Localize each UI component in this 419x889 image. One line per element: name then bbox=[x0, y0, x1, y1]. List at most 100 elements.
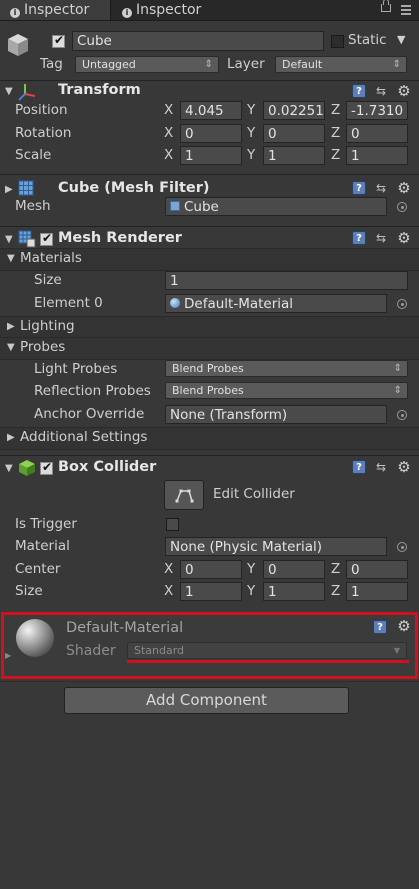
transform-title: Transform bbox=[58, 82, 141, 98]
additional-settings-foldout-arrow[interactable]: ▶ bbox=[7, 432, 15, 443]
scale-x-field[interactable]: 1 bbox=[180, 146, 242, 165]
shader-label: Shader bbox=[66, 643, 116, 659]
lighting-foldout-arrow[interactable]: ▶ bbox=[7, 321, 15, 332]
object-picker-icon[interactable] bbox=[397, 542, 407, 552]
center-z-field[interactable]: 0 bbox=[346, 560, 408, 579]
axis-y-label: Y bbox=[247, 561, 256, 577]
preset-sliders-icon[interactable]: ⇆ bbox=[374, 181, 388, 195]
size-y-field[interactable]: 1 bbox=[263, 582, 325, 601]
edit-collider-icon bbox=[175, 489, 194, 503]
object-picker-icon[interactable] bbox=[397, 299, 407, 309]
box-collider-enabled-checkbox[interactable] bbox=[40, 460, 53, 475]
center-y-field[interactable]: 0 bbox=[263, 560, 325, 579]
probes-foldout-arrow[interactable]: ▼ bbox=[7, 342, 15, 353]
tab-label: Inspector bbox=[24, 2, 90, 18]
box-collider-icon bbox=[18, 459, 36, 477]
axis-x-label: X bbox=[164, 561, 174, 577]
materials-size-field[interactable]: 1 bbox=[165, 271, 408, 290]
chevron-down-icon: ▼ bbox=[393, 646, 400, 655]
help-icon[interactable]: ? bbox=[352, 84, 366, 98]
materials-foldout-arrow[interactable]: ▼ bbox=[7, 253, 15, 264]
tab-inspector-2[interactable]: i Inspector bbox=[112, 0, 222, 20]
lock-icon[interactable] bbox=[381, 0, 391, 12]
gear-icon[interactable]: ⚙ bbox=[397, 231, 411, 246]
lighting-label: Lighting bbox=[20, 318, 75, 334]
size-label: Size bbox=[15, 583, 43, 599]
element0-object-field[interactable]: Default-Material bbox=[165, 294, 387, 313]
mesh-filter-foldout-arrow[interactable]: ▶ bbox=[5, 184, 13, 195]
object-name-field[interactable]: Cube bbox=[72, 31, 324, 51]
axis-z-label: Z bbox=[331, 561, 341, 577]
reflection-probes-dropdown[interactable]: Blend Probes bbox=[165, 382, 408, 399]
position-label: Position bbox=[15, 102, 68, 118]
gear-icon[interactable]: ⚙ bbox=[397, 619, 411, 634]
rotation-y-field[interactable]: 0 bbox=[263, 124, 325, 143]
position-x-field[interactable]: 4.045 bbox=[180, 101, 242, 120]
transform-foldout-arrow[interactable]: ▼ bbox=[5, 86, 13, 97]
position-y-field[interactable]: 0.02251 bbox=[263, 101, 325, 120]
axis-z-label: Z bbox=[331, 125, 341, 141]
gear-icon[interactable]: ⚙ bbox=[397, 460, 411, 475]
gear-icon[interactable]: ⚙ bbox=[397, 84, 411, 99]
static-dropdown-icon[interactable]: ▼ bbox=[397, 33, 405, 46]
add-component-button[interactable]: Add Component bbox=[64, 687, 349, 714]
material-foldout-arrow[interactable]: ▶ bbox=[5, 651, 11, 660]
collider-material-field[interactable]: None (Physic Material) bbox=[165, 537, 387, 556]
mesh-renderer-foldout-arrow[interactable]: ▼ bbox=[5, 234, 13, 245]
element0-value: Default-Material bbox=[184, 296, 294, 312]
help-icon[interactable]: ? bbox=[352, 460, 366, 474]
help-icon[interactable]: ? bbox=[352, 181, 366, 195]
transform-axis-icon bbox=[17, 82, 37, 102]
light-probes-label: Light Probes bbox=[34, 361, 118, 377]
preset-sliders-icon[interactable]: ⇆ bbox=[374, 231, 388, 245]
mesh-asset-icon bbox=[170, 201, 180, 211]
shader-dropdown[interactable]: Standard ▼ bbox=[127, 642, 407, 659]
rotation-label: Rotation bbox=[15, 125, 72, 141]
tab-menu-icon[interactable] bbox=[401, 5, 411, 15]
size-z-field[interactable]: 1 bbox=[346, 582, 408, 601]
light-probes-dropdown[interactable]: Blend Probes bbox=[165, 360, 408, 377]
mesh-label: Mesh bbox=[15, 198, 51, 214]
rotation-x-field[interactable]: 0 bbox=[180, 124, 242, 143]
is-trigger-checkbox[interactable] bbox=[166, 518, 179, 531]
preset-sliders-icon[interactable]: ⇆ bbox=[374, 84, 388, 98]
preset-sliders-icon[interactable]: ⇆ bbox=[374, 460, 388, 474]
mesh-object-field[interactable]: Cube bbox=[165, 197, 387, 216]
mesh-renderer-title: Mesh Renderer bbox=[58, 230, 182, 246]
object-picker-icon[interactable] bbox=[397, 410, 407, 420]
axis-y-label: Y bbox=[247, 583, 256, 599]
divider bbox=[0, 455, 419, 456]
info-icon: i bbox=[122, 8, 132, 18]
size-x-field[interactable]: 1 bbox=[180, 582, 242, 601]
static-checkbox[interactable] bbox=[331, 35, 344, 48]
mesh-filter-title: Cube (Mesh Filter) bbox=[58, 180, 210, 196]
help-icon[interactable]: ? bbox=[373, 620, 387, 634]
box-collider-foldout-arrow[interactable]: ▼ bbox=[5, 463, 13, 474]
mesh-value: Cube bbox=[184, 199, 219, 215]
reflection-probes-label: Reflection Probes bbox=[34, 383, 151, 399]
tag-dropdown[interactable]: Untagged bbox=[75, 56, 219, 73]
scale-z-field[interactable]: 1 bbox=[346, 146, 408, 165]
scale-y-field[interactable]: 1 bbox=[263, 146, 325, 165]
tab-inspector-1[interactable]: i Inspector bbox=[0, 0, 111, 20]
anchor-override-field[interactable]: None (Transform) bbox=[165, 405, 387, 424]
cube-object-icon bbox=[6, 32, 30, 58]
divider bbox=[0, 681, 419, 682]
edit-collider-button[interactable] bbox=[164, 480, 204, 510]
material-sphere-icon bbox=[170, 298, 180, 308]
divider bbox=[0, 80, 419, 81]
layer-dropdown[interactable]: Default bbox=[275, 56, 407, 73]
center-x-field[interactable]: 0 bbox=[180, 560, 242, 579]
position-z-field[interactable]: -1.7310 bbox=[346, 101, 408, 120]
help-icon[interactable]: ? bbox=[352, 231, 366, 245]
material-name: Default-Material bbox=[66, 620, 184, 636]
mesh-renderer-enabled-checkbox[interactable] bbox=[40, 231, 53, 246]
object-active-checkbox[interactable] bbox=[52, 33, 65, 48]
object-picker-icon[interactable] bbox=[397, 202, 407, 212]
divider bbox=[0, 174, 419, 175]
tag-label: Tag bbox=[40, 56, 63, 72]
rotation-z-field[interactable]: 0 bbox=[346, 124, 408, 143]
shader-underline-highlight bbox=[127, 660, 409, 663]
materials-size-label: Size bbox=[34, 272, 62, 288]
gear-icon[interactable]: ⚙ bbox=[397, 181, 411, 196]
